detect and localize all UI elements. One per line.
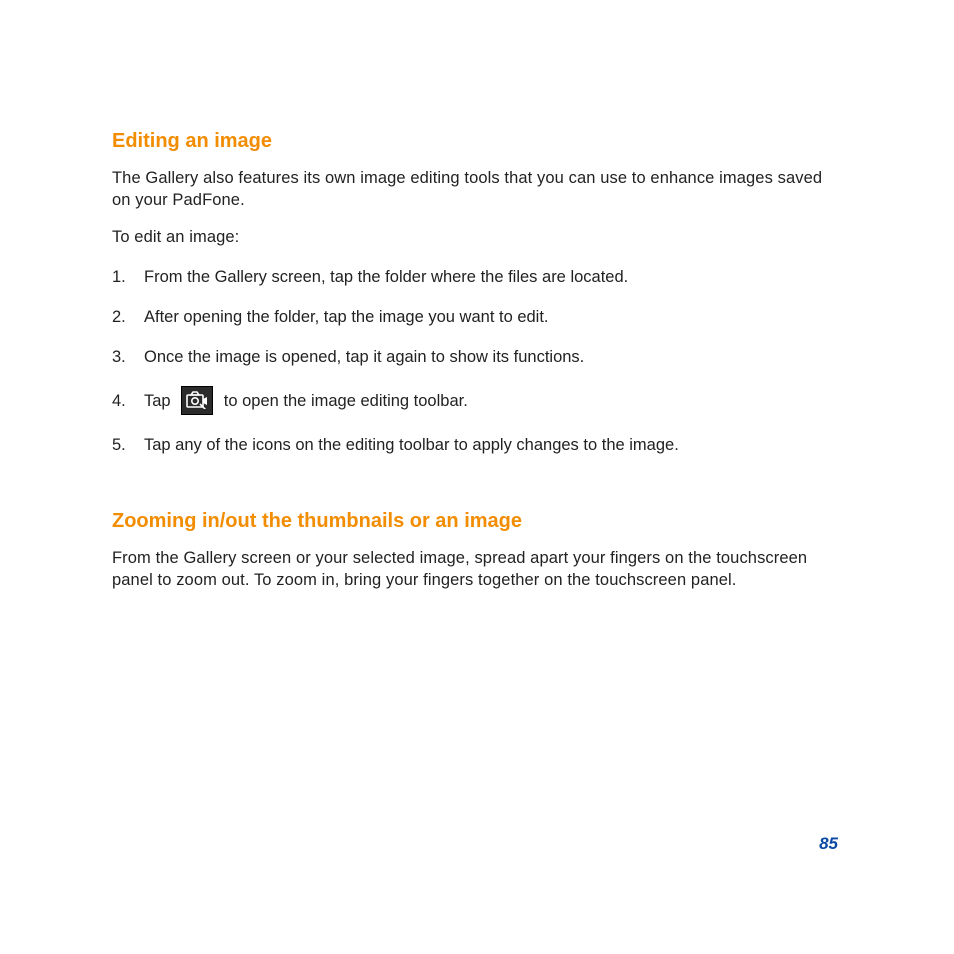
zoom-paragraph: From the Gallery screen or your selected… (112, 547, 842, 592)
heading-editing: Editing an image (112, 130, 842, 153)
step-number: 2. (112, 306, 144, 328)
list-item: 5. Tap any of the icons on the editing t… (112, 434, 842, 456)
list-item: 2. After opening the folder, tap the ima… (112, 306, 842, 328)
step-text: From the Gallery screen, tap the folder … (144, 266, 842, 288)
list-item: 4. Tap to open the image editing toolbar… (112, 387, 842, 416)
step-text: Tap to open the image editing toolbar. (144, 387, 842, 416)
step-text: After opening the folder, tap the image … (144, 306, 842, 328)
document-page: Editing an image The Gallery also featur… (112, 130, 842, 605)
edit-camera-icon (181, 386, 213, 415)
section-zooming: Zooming in/out the thumbnails or an imag… (112, 510, 842, 592)
step-number: 3. (112, 346, 144, 368)
page-number: 85 (819, 834, 838, 854)
step-post-text: to open the image editing toolbar. (224, 391, 468, 409)
step-text: Tap any of the icons on the editing tool… (144, 434, 842, 456)
step-number: 5. (112, 434, 144, 456)
section-editing-image: Editing an image The Gallery also featur… (112, 130, 842, 456)
step-number: 4. (112, 390, 144, 412)
step-pre-text: Tap (144, 391, 175, 409)
intro-paragraph: The Gallery also features its own image … (112, 167, 842, 212)
lead-text: To edit an image: (112, 226, 842, 248)
list-item: 3. Once the image is opened, tap it agai… (112, 346, 842, 368)
list-item: 1. From the Gallery screen, tap the fold… (112, 266, 842, 288)
step-text: Once the image is opened, tap it again t… (144, 346, 842, 368)
heading-zooming: Zooming in/out the thumbnails or an imag… (112, 510, 842, 533)
steps-list: 1. From the Gallery screen, tap the fold… (112, 266, 842, 456)
step-number: 1. (112, 266, 144, 288)
